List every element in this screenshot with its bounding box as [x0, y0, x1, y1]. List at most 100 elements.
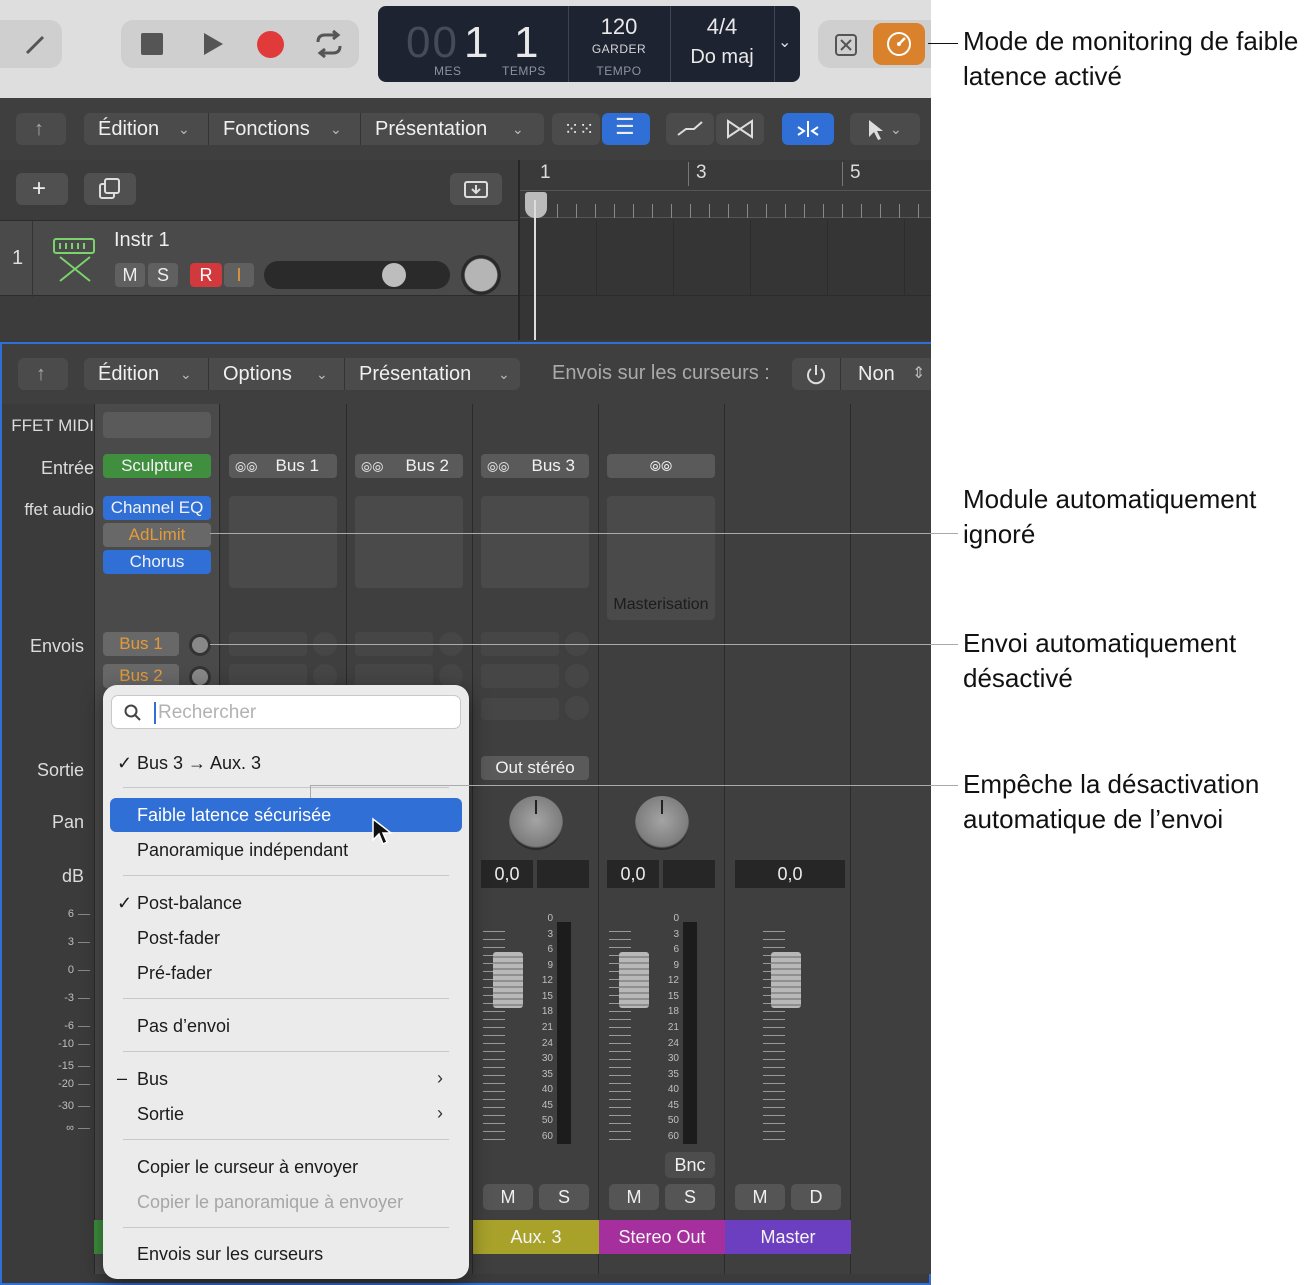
pointer-tool-icon[interactable]: ⌄: [850, 113, 920, 145]
volume-fader[interactable]: [493, 952, 523, 1008]
chevron-down-icon: ⌄: [316, 366, 328, 382]
playhead[interactable]: [534, 200, 536, 340]
menu-item-post-fader[interactable]: Post-fader: [137, 928, 220, 949]
pan-knob[interactable]: [509, 796, 563, 850]
send-level-knob[interactable]: [189, 634, 211, 656]
volume-fader[interactable]: [619, 952, 649, 1008]
menu-item-independent-pan[interactable]: Panoramique indépendant: [137, 840, 348, 861]
lcd-display[interactable]: 00 1 1 MES TEMPS 120 GARDER TEMPO 4/4 Do…: [378, 6, 800, 82]
snap-icon[interactable]: [782, 113, 834, 145]
db-value[interactable]: 0,0: [481, 860, 533, 888]
functions-menu[interactable]: Fonctions: [208, 113, 350, 145]
search-icon: [124, 704, 141, 721]
send-slot[interactable]: [481, 698, 559, 720]
playhead-handle[interactable]: [525, 192, 547, 218]
audio-fx-slots[interactable]: [229, 496, 337, 588]
db-value[interactable]: 0,0: [607, 860, 659, 888]
midi-fx-slot[interactable]: [103, 412, 211, 438]
volume-slider[interactable]: [264, 261, 450, 289]
plugin-chorus[interactable]: Chorus: [103, 550, 211, 574]
solo-button[interactable]: S: [539, 1184, 589, 1210]
automation-icon[interactable]: [666, 113, 714, 145]
duplicate-track-icon[interactable]: [84, 173, 136, 205]
volume-slider-thumb[interactable]: [382, 263, 406, 287]
flex-icon[interactable]: [716, 113, 764, 145]
meter-scale-label: 18: [667, 1006, 679, 1018]
input-slot-stereo[interactable]: ⦾⦾: [607, 454, 715, 478]
volume-fader[interactable]: [771, 952, 801, 1008]
channel-name-stereo-out[interactable]: Stereo Out: [599, 1220, 725, 1254]
send-level-knob[interactable]: [565, 664, 589, 688]
menu-item-sends-on-faders[interactable]: Envois sur les curseurs: [137, 1244, 323, 1265]
bounce-button[interactable]: Bnc: [665, 1152, 715, 1178]
up-down-chevron-icon: ⇕: [912, 365, 926, 382]
audio-fx-slots[interactable]: Masterisation: [607, 496, 715, 620]
menu-item-post-pan[interactable]: Post-balance: [137, 893, 242, 914]
lcd-chevron-down-icon[interactable]: ⌄: [778, 32, 791, 52]
mute-button[interactable]: M: [735, 1184, 785, 1210]
catch-button[interactable]: ↑: [18, 358, 68, 390]
ruler[interactable]: 1 3 5: [520, 160, 931, 218]
input-monitor-button[interactable]: I: [224, 263, 254, 287]
low-latency-monitoring-button[interactable]: [873, 23, 925, 65]
audio-fx-slots[interactable]: [355, 496, 463, 588]
track-lane[interactable]: [520, 220, 931, 296]
send-level-knob[interactable]: [565, 696, 589, 720]
send-slot[interactable]: [481, 664, 559, 688]
view-menu[interactable]: Présentation: [344, 358, 520, 390]
track-name[interactable]: Instr 1: [114, 229, 170, 252]
mute-button[interactable]: M: [115, 263, 145, 287]
pan-knob[interactable]: [461, 255, 501, 295]
channel-name-aux3[interactable]: Aux. 3: [473, 1220, 599, 1254]
solo-button[interactable]: S: [665, 1184, 715, 1210]
db-value[interactable]: 0,0: [735, 860, 845, 888]
cycle-icon[interactable]: [313, 30, 345, 58]
dim-button[interactable]: D: [791, 1184, 841, 1210]
lcd-beat-value: 1: [514, 18, 539, 67]
menu-item-low-latency-safe[interactable]: Faible latence sécurisée: [137, 805, 331, 826]
tracks-toolbar: ↑ Édition ⌄ Fonctions ⌄ Présentation ⌄ ⁙…: [0, 98, 931, 160]
sends-on-faders-control[interactable]: Non ⇕: [792, 358, 931, 390]
sends-on-faders-value[interactable]: Non: [858, 358, 895, 390]
meter-scale-label: 60: [667, 1131, 679, 1142]
search-field[interactable]: Rechercher: [111, 695, 461, 729]
meter-scale-label: 60: [541, 1131, 553, 1142]
channel-name-master[interactable]: Master: [725, 1220, 851, 1254]
track-row[interactable]: 1 Instr 1 M S R I: [0, 220, 518, 297]
solo-button[interactable]: S: [148, 263, 178, 287]
capture-icon[interactable]: [450, 173, 502, 205]
record-enable-button[interactable]: R: [190, 263, 222, 287]
mute-button[interactable]: M: [609, 1184, 659, 1210]
menu-item-route[interactable]: Bus 3 → Aux. 3: [137, 753, 261, 774]
send-bus1-disabled[interactable]: Bus 1: [103, 632, 179, 656]
sends-label: Envois: [29, 636, 84, 656]
list-view-icon[interactable]: ☰: [602, 113, 650, 145]
add-track-button[interactable]: +: [16, 173, 68, 205]
meter-scale-label: 35: [541, 1068, 553, 1080]
power-icon[interactable]: [804, 363, 828, 387]
play-icon[interactable]: [201, 32, 225, 56]
mute-button[interactable]: M: [483, 1184, 533, 1210]
record-icon[interactable]: [257, 31, 284, 58]
meter-scale-label: 21: [667, 1022, 679, 1033]
menu-item-bus[interactable]: Bus: [137, 1069, 168, 1090]
pan-knob[interactable]: [635, 796, 689, 850]
menu-item-copy-fader[interactable]: Copier le curseur à envoyer: [137, 1157, 358, 1178]
grid-view-icon[interactable]: ⁙⁙: [552, 113, 600, 145]
plugin-adlimit-bypassed[interactable]: AdLimit: [103, 523, 211, 547]
mastering-plugin[interactable]: Masterisation: [607, 596, 715, 614]
catch-button[interactable]: ↑: [16, 113, 66, 145]
plugin-channel-eq[interactable]: Channel EQ: [103, 496, 211, 520]
menu-item-output[interactable]: Sortie: [137, 1104, 184, 1125]
control-bar: 00 1 1 MES TEMPS 120 GARDER TEMPO 4/4 Do…: [0, 0, 931, 98]
menu-item-no-send[interactable]: Pas d’envoi: [137, 1016, 230, 1037]
scale-label: 6: [67, 908, 74, 920]
meter-scale-label: 40: [541, 1084, 553, 1096]
pencil-icon[interactable]: [22, 32, 48, 58]
output-slot[interactable]: Out stéréo: [481, 756, 589, 780]
stop-icon[interactable]: [141, 33, 163, 55]
menu-item-pre-fader[interactable]: Pré-fader: [137, 963, 212, 984]
replace-mode-icon[interactable]: [834, 33, 858, 57]
input-slot-sculpture[interactable]: Sculpture: [103, 454, 211, 478]
audio-fx-slots[interactable]: [481, 496, 589, 588]
